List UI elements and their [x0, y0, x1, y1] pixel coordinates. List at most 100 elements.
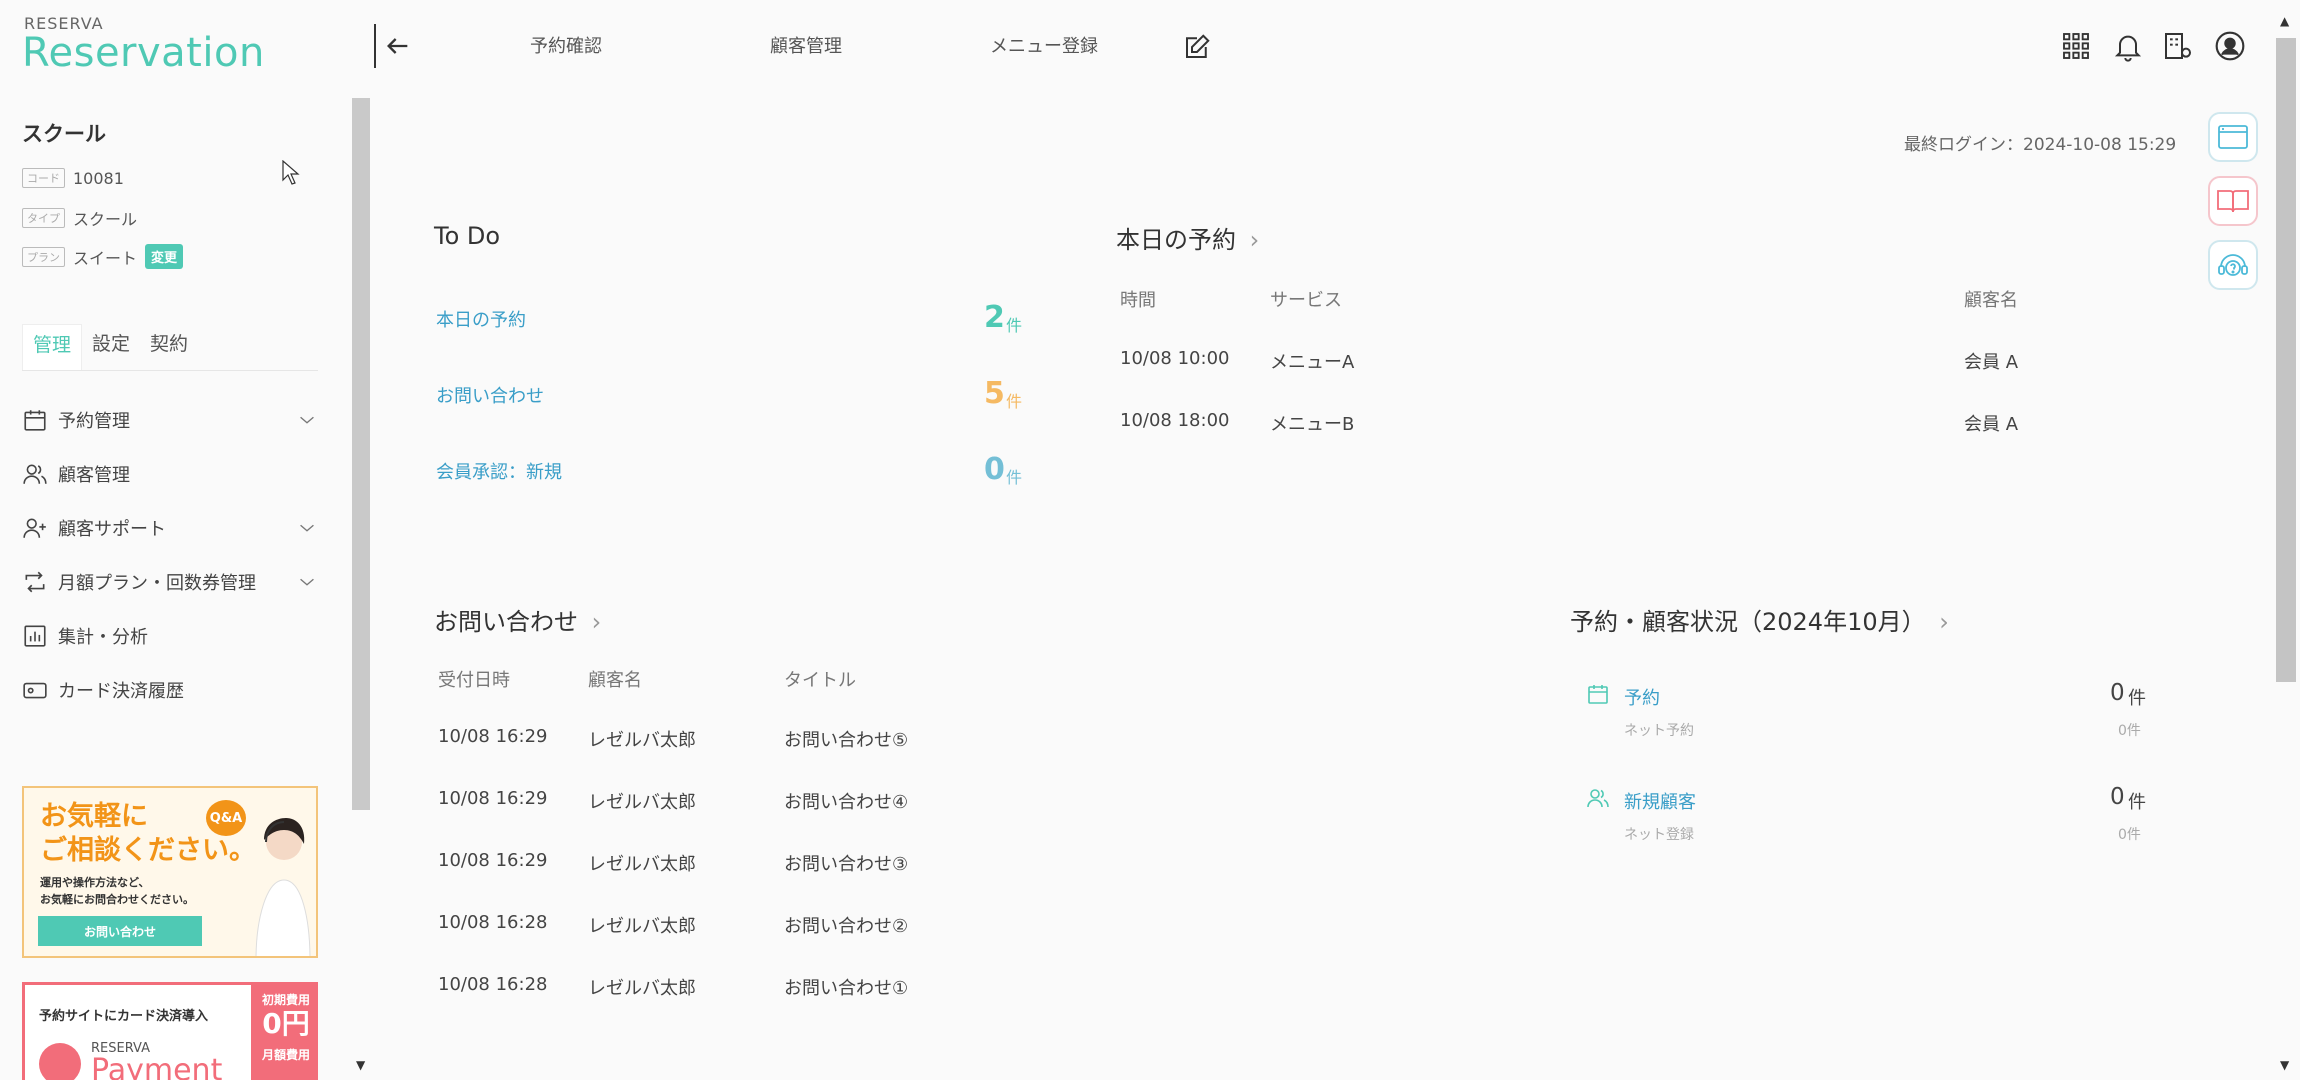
status-title[interactable]: 予約・顧客状況（2024年10月） ›: [1570, 602, 1949, 637]
inq-title[interactable]: お問い合わせ②: [784, 912, 908, 938]
banner-desc2: お気軽にお問合わせください。: [40, 893, 194, 906]
inq-title[interactable]: お問い合わせ④: [784, 788, 908, 814]
nav-menu-registration[interactable]: メニュー登録: [990, 32, 1098, 58]
shop-plan-row: プラン スイート 変更: [22, 244, 184, 269]
inquiries-title[interactable]: お問い合わせ ›: [434, 602, 601, 637]
user-plus-icon: [23, 518, 46, 538]
browser-window-icon: [2218, 125, 2248, 149]
sidebar-scrollbar[interactable]: [352, 98, 370, 810]
header-divider: [374, 24, 376, 68]
nav-customer-management[interactable]: 顧客管理: [770, 32, 842, 58]
row-service[interactable]: メニューA: [1270, 348, 1354, 374]
mouse-cursor-icon: [282, 160, 300, 185]
chevron-down-icon: [300, 416, 314, 424]
support-button[interactable]: [2208, 240, 2258, 290]
sidebar-item-analytics[interactable]: 集計・分析: [22, 618, 318, 654]
sidebar-item-plans[interactable]: 月額プラン・回数券管理: [22, 564, 318, 600]
banner-contact-button[interactable]: お問い合わせ: [38, 916, 202, 946]
bell-icon[interactable]: [2112, 30, 2144, 62]
logo[interactable]: Reservation: [22, 30, 265, 76]
tab-manage[interactable]: 管理: [22, 324, 83, 370]
stat-reservations-label[interactable]: 予約: [1624, 684, 1660, 710]
payment-banner[interactable]: 予約サイトにカード決済導入 RESERVA Payment 初期費用 0円 月額…: [22, 982, 318, 1080]
back-arrow-icon[interactable]: [384, 32, 412, 60]
inq-customer[interactable]: レゼルバ太郎: [588, 974, 696, 1000]
building-settings-icon[interactable]: [2162, 30, 2194, 62]
row-customer[interactable]: 会員 A: [1964, 348, 2018, 374]
payment-headline: 予約サイトにカード決済導入: [39, 1009, 209, 1024]
stat-unit: 件: [2128, 688, 2146, 709]
browser-window-button[interactable]: [2208, 112, 2258, 162]
shop-type-row: タイプ スクール: [22, 206, 137, 230]
sidebar-item-customers[interactable]: 顧客管理: [22, 456, 318, 492]
col-service: サービス: [1270, 290, 1342, 311]
sidebar-item-label: 顧客サポート: [58, 519, 166, 540]
inq-title[interactable]: お問い合わせ①: [784, 974, 908, 1000]
todo-unit: 件: [1006, 468, 1023, 487]
inquiries-title-text: お問い合わせ: [434, 608, 578, 636]
scroll-down-arrow[interactable]: ▼: [2280, 1058, 2289, 1072]
todo-count: 2: [984, 300, 1005, 335]
qa-badge: Q&A: [206, 800, 246, 836]
stat-reservations-value: 0: [2110, 680, 2125, 706]
todo-unit: 件: [1006, 316, 1023, 335]
grid-icon[interactable]: [2060, 30, 2092, 62]
scroll-up-arrow[interactable]: ▲: [2280, 14, 2289, 28]
stat-new-customers-label[interactable]: 新規顧客: [1624, 788, 1696, 814]
user-circle-icon[interactable]: [2214, 30, 2246, 62]
card-icon: [23, 682, 47, 699]
tab-settings[interactable]: 設定: [82, 324, 140, 370]
inq-date[interactable]: 10/08 16:29: [438, 788, 547, 809]
inq-customer[interactable]: レゼルバ太郎: [588, 726, 696, 752]
today-reservations-title[interactable]: 本日の予約 ›: [1116, 220, 1259, 255]
inq-date[interactable]: 10/08 16:28: [438, 974, 547, 995]
stat-new-customers-subvalue: 0件: [2118, 827, 2141, 843]
sidebar-item-label: 集計・分析: [58, 627, 148, 648]
row-time[interactable]: 10/08 10:00: [1120, 348, 1229, 369]
users-icon: [1587, 789, 1609, 808]
scroll-down-arrow[interactable]: ▼: [356, 1058, 365, 1072]
row-time[interactable]: 10/08 18:00: [1120, 410, 1229, 431]
inq-date[interactable]: 10/08 16:29: [438, 850, 547, 871]
inq-customer[interactable]: レゼルバ太郎: [588, 912, 696, 938]
chevron-right-icon: ›: [1939, 608, 1949, 636]
inq-date[interactable]: 10/08 16:29: [438, 726, 547, 747]
shop-code: 10081: [73, 168, 124, 188]
sidebar-item-label: 予約管理: [58, 411, 130, 432]
plan-change-button[interactable]: 変更: [145, 244, 184, 269]
code-tag: コード: [22, 168, 65, 188]
tab-contract[interactable]: 契約: [140, 324, 198, 370]
row-customer[interactable]: 会員 A: [1964, 410, 2018, 436]
banner-line2: ご相談ください。: [40, 835, 256, 866]
chart-icon: [24, 625, 46, 647]
todo-item-today-reservations[interactable]: 本日の予約: [436, 306, 526, 332]
stat-reservations-subvalue: 0件: [2118, 723, 2141, 739]
initial-fee-value: 0円: [262, 1007, 310, 1040]
inq-date[interactable]: 10/08 16:28: [438, 912, 547, 933]
inq-title[interactable]: お問い合わせ③: [784, 850, 908, 876]
todo-item-inquiries[interactable]: お問い合わせ: [436, 382, 544, 408]
inq-title[interactable]: お問い合わせ⑤: [784, 726, 908, 752]
sidebar-item-reservations[interactable]: 予約管理: [22, 402, 318, 438]
last-login: 最終ログイン：2024-10-08 15:29: [1904, 135, 2177, 155]
todo-count: 0: [984, 452, 1005, 487]
todo-count: 5: [984, 376, 1005, 411]
banner-desc: 運用や操作方法など、 お気軽にお問合わせください。: [40, 874, 194, 908]
edit-icon[interactable]: [1182, 32, 1212, 62]
manual-button[interactable]: [2208, 176, 2258, 226]
todo-item-member-approval[interactable]: 会員承認：新規: [436, 458, 562, 484]
col-customer: 顧客名: [588, 670, 642, 691]
main-scrollbar[interactable]: [2276, 38, 2296, 682]
inq-customer[interactable]: レゼルバ太郎: [588, 850, 696, 876]
sidebar-item-card-history[interactable]: カード決済履歴: [22, 672, 318, 708]
todo-unit: 件: [1006, 392, 1023, 411]
calendar-icon: [1588, 685, 1608, 704]
contact-banner[interactable]: お気軽に ご相談ください。 Q&A 運用や操作方法など、 お気軽にお問合わせくだ…: [22, 786, 318, 958]
chevron-right-icon: ›: [1249, 226, 1260, 254]
chevron-down-icon: [300, 578, 314, 586]
col-customer: 顧客名: [1964, 290, 2018, 311]
nav-reservation-check[interactable]: 予約確認: [530, 32, 602, 58]
sidebar-item-support[interactable]: 顧客サポート: [22, 510, 318, 546]
row-service[interactable]: メニューB: [1270, 410, 1354, 436]
inq-customer[interactable]: レゼルバ太郎: [588, 788, 696, 814]
